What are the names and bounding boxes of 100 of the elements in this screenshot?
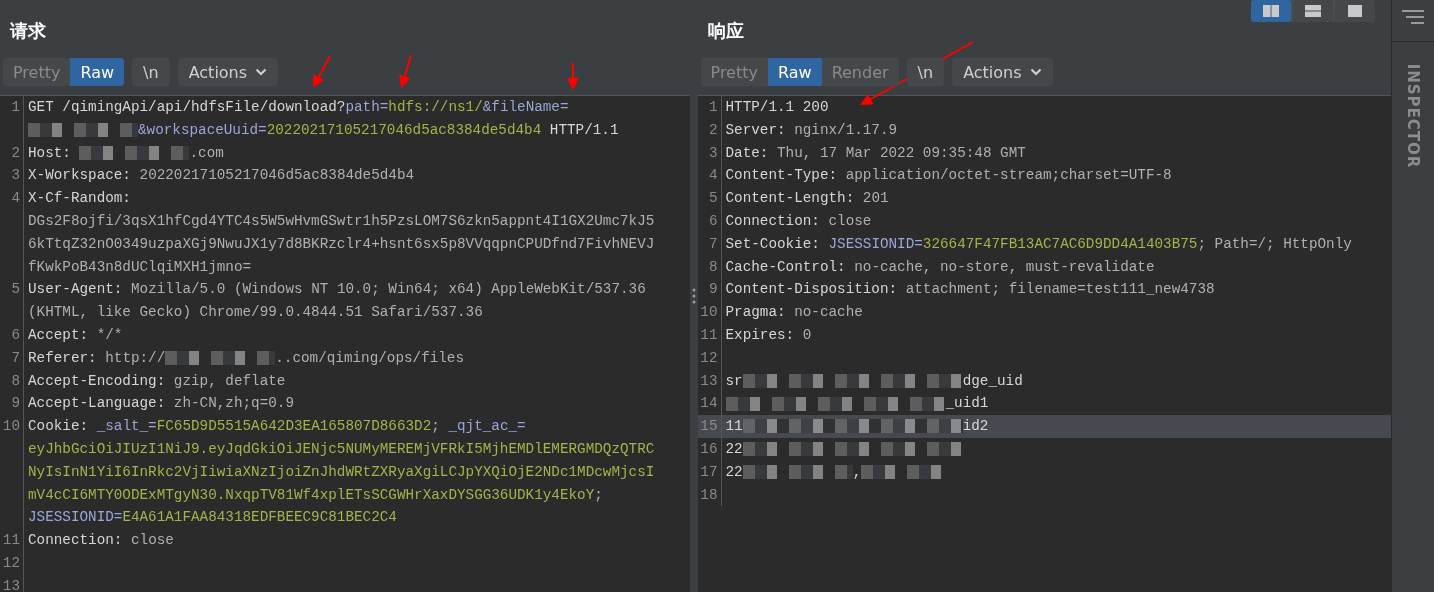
code-text: eyJhbGciOiJIUzI1NiJ9.eyJqdGkiOiJENjc5NUMyMEREMjVFRkI5MjhEMDlEMERGMDQzQTRC	[28, 440, 655, 457]
code-text: FC65D9D5515A642D3EA165807D8663D2	[156, 418, 432, 435]
layout-button[interactable]	[1335, 0, 1376, 22]
code-text: no-cache, no-store, must-revalidate	[854, 258, 1155, 275]
single-layout-icon	[1346, 4, 1365, 18]
code-text: close	[130, 532, 174, 549]
pane-title: 响应	[707, 19, 744, 43]
line-number: 18	[697, 483, 722, 507]
line-number: 2	[0, 141, 24, 165]
newline-toggle-button[interactable]: \n	[906, 58, 945, 86]
code-text: _salt_=	[96, 418, 157, 435]
actions-menu-button[interactable]: Actions	[177, 58, 279, 86]
code-text: Content-Type:	[725, 167, 839, 184]
newline-toggle-button[interactable]: \n	[132, 58, 170, 86]
view-tab[interactable]: Raw	[70, 58, 125, 86]
line-number: 3	[697, 141, 722, 165]
code-text: Content-Disposition:	[725, 281, 899, 298]
actions-menu-button[interactable]: Actions	[952, 58, 1053, 86]
code-text: Pragma:	[725, 304, 787, 321]
line-number: 5	[0, 278, 24, 324]
annotation-arrow	[399, 54, 412, 88]
code-text: application/octet-stream;charset=UTF-8	[845, 167, 1172, 184]
code-text: ;	[594, 486, 603, 503]
pane-title: 请求	[10, 19, 46, 43]
line-number: 9	[697, 278, 722, 302]
code-text: http://	[105, 349, 166, 366]
line-number: 5	[697, 187, 722, 210]
drag-handle-icon[interactable]	[691, 288, 696, 304]
line-number: 12	[697, 346, 722, 370]
code-text: 326647F47FB13AC7AC6D9DD4A1403B75	[922, 235, 1198, 252]
code-text: Content-Length:	[725, 190, 856, 207]
line-number: 4	[0, 187, 24, 279]
code-text: close	[828, 213, 872, 229]
line-number: 15	[697, 415, 722, 438]
line-number: 11	[697, 323, 722, 347]
code-text: 0	[802, 326, 812, 343]
code-text: 20220217105217046d5ac8384de5d4b4	[139, 167, 415, 184]
code-text: 20220217105217046d5ac8384de5d4b4	[266, 121, 542, 138]
menu-icon[interactable]	[1402, 10, 1424, 24]
code-text: &fileName=	[482, 99, 569, 115]
code-text: .com	[189, 144, 224, 161]
line-number: 12	[0, 551, 24, 575]
code-text: mV4cCI6MTY0ODExMTgyN30.NxqpTV81Wf4xplETsSCGWHrXaxDYSGG36UDK1y4EkoY	[28, 486, 595, 503]
code-text: gzip, deflate	[173, 372, 286, 389]
line-number: 3	[0, 164, 24, 188]
code-text: Host:	[28, 144, 72, 161]
layout-button[interactable]	[1293, 0, 1334, 22]
code-text: fKwkPoB43n8dUClqiMXH1jmno=	[28, 258, 252, 275]
code-text: ,	[852, 463, 862, 480]
line-number: 13	[697, 369, 722, 393]
line-number: 8	[697, 255, 722, 279]
code-text: Accept-Language:	[28, 395, 167, 412]
line-number: 1	[697, 96, 722, 119]
line-number: 7	[0, 346, 24, 370]
code-text: ; Path=/; HttpOnly	[1197, 235, 1352, 252]
code-text: ;	[431, 418, 441, 435]
code-text: path=	[345, 99, 389, 115]
code-text: Date:	[725, 144, 770, 161]
code-text: Accept:	[28, 326, 90, 343]
code-text: 22	[725, 463, 743, 480]
line-number: 1	[0, 96, 24, 142]
view-tab[interactable]: Raw	[767, 58, 822, 86]
code-text: X-Workspace:	[28, 167, 132, 184]
code-text: GET /qimingApi/api/hdfsFile/download?	[28, 99, 346, 115]
code-text: 6kTtqZ32nO0349uzpaXGj9NwuJX1y7d8BKRzclr4+hsnt6sx5p8VVqqpnCPUDfnd7FivhNEVJ	[28, 235, 655, 252]
code-text: nginx/1.17.9	[794, 121, 898, 138]
code-text: sr	[725, 372, 743, 389]
code-text: */*	[96, 326, 123, 343]
code-text: _qjt_ac_=	[448, 418, 526, 435]
code-text: JSESSIONID=	[828, 235, 923, 252]
code-text: 22	[725, 440, 743, 457]
code-text: Thu, 17 Mar 2022 09:35:48 GMT	[777, 144, 1026, 161]
line-number: 4	[697, 164, 722, 188]
code-text: Expires:	[725, 326, 796, 343]
code-text: Connection:	[725, 213, 821, 229]
code-text: E4A61A1FAA84318EDFBEEC9C81BEC2C4	[122, 509, 397, 526]
layout-button[interactable]	[1251, 0, 1292, 22]
line-number: 6	[697, 210, 722, 233]
inspector-tab[interactable]: INSPECTOR	[1404, 63, 1422, 169]
code-text: Cache-Control:	[725, 258, 847, 275]
code-text: _uid1	[945, 395, 989, 412]
code-text: Mozilla/5.0 (Windows NT 10.0; Win64; x64) AppleWebKit/537.36	[130, 281, 646, 298]
code-text: X-Cf-Random:	[28, 190, 131, 207]
code-text: JSESSIONID=	[28, 509, 123, 526]
line-number: 2	[697, 118, 722, 142]
code-text: Connection:	[28, 532, 124, 549]
annotation-arrow	[567, 62, 579, 90]
line-number: 8	[0, 369, 24, 393]
code-text: User-Agent:	[28, 281, 124, 298]
code-text: Cookie:	[28, 418, 90, 435]
code-text: 11	[725, 418, 743, 435]
code-text: dge_uid	[962, 372, 1023, 389]
code-text: ..com/qiming/ops/files	[275, 349, 465, 366]
line-number: 16	[697, 437, 722, 461]
code-text: &workspaceUuid=	[138, 121, 267, 138]
code-text: HTTP/1.1 200	[725, 99, 829, 115]
line-number: 17	[697, 460, 722, 484]
line-number: 6	[0, 323, 24, 347]
code-text: zh-CN,zh;q=0.9	[173, 395, 294, 412]
code-text: hdfs://ns1/	[388, 99, 483, 115]
